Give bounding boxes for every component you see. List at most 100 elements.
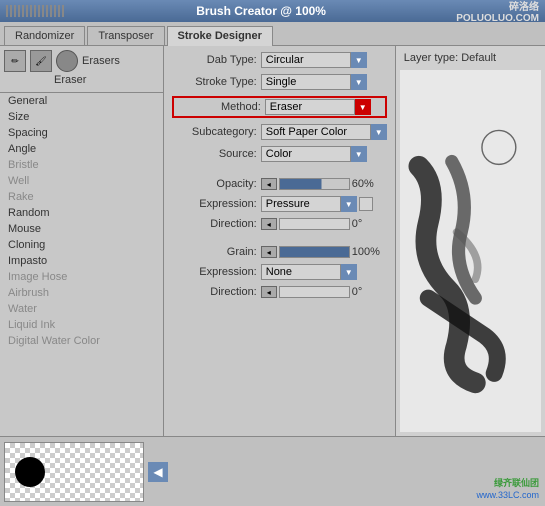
opacity-label: Opacity:: [172, 178, 257, 190]
content-area: ✏ 🖌 Erasers Eraser General Size Spacing …: [0, 46, 545, 436]
direction2-slider[interactable]: [279, 286, 350, 298]
expression-text: Pressure: [261, 196, 341, 212]
tab-transposer[interactable]: Transposer: [87, 26, 164, 45]
dab-type-arrow-icon[interactable]: ▼: [351, 52, 367, 68]
eraser-pencil-icon: ✏: [4, 50, 26, 72]
brush-preview-svg: [400, 70, 541, 432]
divider-1: [172, 168, 387, 174]
opacity-left-arrow[interactable]: ◂: [261, 178, 277, 190]
tabs-row: Randomizer Transposer Stroke Designer: [0, 22, 545, 46]
category-list: General Size Spacing Angle Bristle Well …: [0, 93, 163, 436]
expression2-text: None: [261, 264, 341, 280]
grain-slider[interactable]: [279, 246, 350, 258]
tab-stroke-designer[interactable]: Stroke Designer: [167, 26, 273, 46]
method-label: Method:: [176, 101, 261, 113]
subcategory-label: Subcategory:: [172, 126, 257, 138]
category-mouse[interactable]: Mouse: [0, 221, 163, 237]
layer-type-label: Layer type: Default: [400, 50, 541, 66]
grain-value: ◂ 100%: [261, 246, 387, 258]
category-airbrush: Airbrush: [0, 285, 163, 301]
expression-checkbox[interactable]: [359, 197, 373, 211]
left-panel: ✏ 🖌 Erasers Eraser General Size Spacing …: [0, 46, 164, 436]
eraser-top-row: ✏ 🖌 Erasers: [4, 50, 159, 72]
stroke-type-arrow-icon[interactable]: ▼: [351, 74, 367, 90]
source-text: Color: [261, 146, 351, 162]
category-well: Well: [0, 173, 163, 189]
grain-percent: 100%: [352, 246, 387, 258]
expression2-row: Expression: None ▼: [172, 264, 387, 280]
dab-type-text: Circular: [261, 52, 351, 68]
source-row: Source: Color ▼: [172, 146, 387, 162]
direction-slider[interactable]: [279, 218, 350, 230]
app-title: Brush Creator @ 100%: [66, 4, 456, 18]
expression-value: Pressure ▼: [261, 196, 387, 212]
grain-row: Grain: ◂ 100%: [172, 246, 387, 258]
direction-value: ◂ 0°: [261, 218, 387, 230]
dab-type-dropdown[interactable]: Circular ▼: [261, 52, 367, 68]
direction-left-arrow[interactable]: ◂: [261, 218, 277, 230]
category-bristle: Bristle: [0, 157, 163, 173]
divider-2: [172, 236, 387, 242]
watermark-container: 绿齐联仙团 www.33LC.com: [476, 477, 539, 502]
bottom-dot-preview: [15, 457, 45, 487]
stroke-type-value: Single ▼: [261, 74, 387, 90]
opacity-percent: 60%: [352, 178, 387, 190]
opacity-slider[interactable]: [279, 178, 350, 190]
expression2-label: Expression:: [172, 266, 257, 278]
opacity-row: Opacity: ◂ 60%: [172, 178, 387, 190]
expression2-dropdown[interactable]: None ▼: [261, 264, 357, 280]
main-container: Randomizer Transposer Stroke Designer ✏ …: [0, 22, 545, 506]
category-image-hose: Image Hose: [0, 269, 163, 285]
direction2-degrees: 0°: [352, 286, 387, 298]
source-label: Source:: [172, 148, 257, 160]
category-impasto[interactable]: Impasto: [0, 253, 163, 269]
stroke-type-label: Stroke Type:: [172, 76, 257, 88]
title-bar-grip: [6, 5, 66, 17]
category-liquid-ink: Liquid Ink: [0, 317, 163, 333]
category-spacing[interactable]: Spacing: [0, 125, 163, 141]
dab-type-row: Dab Type: Circular ▼: [172, 52, 387, 68]
subcategory-value: Soft Paper Color ▼: [261, 124, 387, 140]
method-row: Method: Eraser ▼: [172, 96, 387, 118]
category-cloning[interactable]: Cloning: [0, 237, 163, 253]
stroke-type-text: Single: [261, 74, 351, 90]
method-arrow-icon[interactable]: ▼: [355, 99, 371, 115]
bottom-preview: [4, 442, 144, 502]
expression2-arrow-icon[interactable]: ▼: [341, 264, 357, 280]
category-size[interactable]: Size: [0, 109, 163, 125]
category-digital-water: Digital Water Color: [0, 333, 163, 349]
eraser-circle-icon: [56, 50, 78, 72]
direction2-left-arrow[interactable]: ◂: [261, 286, 277, 298]
method-dropdown[interactable]: Eraser ▼: [265, 99, 371, 115]
category-random[interactable]: Random: [0, 205, 163, 221]
subcategory-text: Soft Paper Color: [261, 124, 371, 140]
category-rake: Rake: [0, 189, 163, 205]
stroke-type-dropdown[interactable]: Single ▼: [261, 74, 367, 90]
source-arrow-icon[interactable]: ▼: [351, 146, 367, 162]
source-dropdown[interactable]: Color ▼: [261, 146, 367, 162]
subcategory-dropdown[interactable]: Soft Paper Color ▼: [261, 124, 387, 140]
expression-dropdown[interactable]: Pressure ▼: [261, 196, 357, 212]
direction2-label: Direction:: [172, 286, 257, 298]
eraser-brush-icon: 🖌: [30, 50, 52, 72]
watermark-line2: www.33LC.com: [476, 489, 539, 502]
expression-arrow-icon[interactable]: ▼: [341, 196, 357, 212]
category-water: Water: [0, 301, 163, 317]
subcategory-arrow-icon[interactable]: ▼: [371, 124, 387, 140]
category-angle[interactable]: Angle: [0, 141, 163, 157]
grain-left-arrow[interactable]: ◂: [261, 246, 277, 258]
watermark-line1: 绿齐联仙团: [476, 477, 539, 490]
direction-degrees: 0°: [352, 218, 387, 230]
method-value: Eraser ▼: [265, 99, 383, 115]
direction2-value: ◂ 0°: [261, 286, 387, 298]
dab-type-value: Circular ▼: [261, 52, 387, 68]
category-general[interactable]: General: [0, 93, 163, 109]
direction-label: Direction:: [172, 218, 257, 230]
tab-randomizer[interactable]: Randomizer: [4, 26, 85, 45]
direction2-row: Direction: ◂ 0°: [172, 286, 387, 298]
expression2-value: None ▼: [261, 264, 387, 280]
title-bar: Brush Creator @ 100% 碎洛络POLUOLUO.COM: [0, 0, 545, 22]
nav-left-arrow[interactable]: ◀: [148, 462, 168, 482]
subcategory-row: Subcategory: Soft Paper Color ▼: [172, 124, 387, 140]
erasers-label: Erasers: [82, 55, 120, 67]
